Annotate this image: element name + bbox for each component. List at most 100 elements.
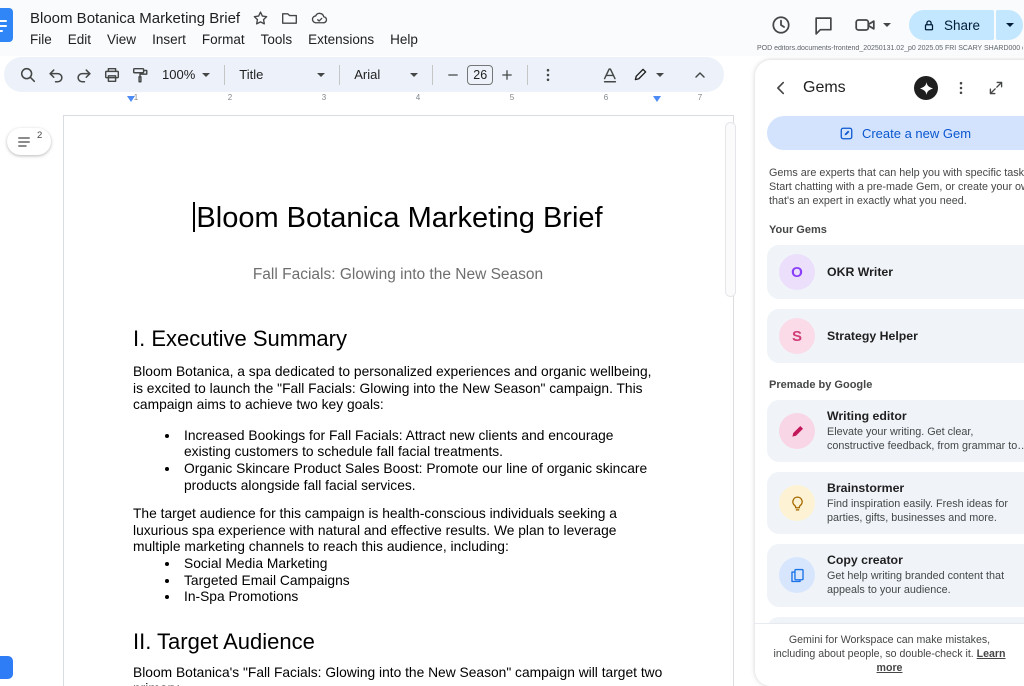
ruler-tick: 5 (510, 93, 514, 102)
back-icon[interactable] (769, 76, 793, 100)
ruler-tick: 3 (322, 93, 326, 102)
menu-view[interactable]: View (99, 30, 144, 49)
doc-paragraph[interactable]: Bloom Botanica's "Fall Facials: Glowing … (133, 665, 663, 686)
gem-card-okr-writer[interactable]: O OKR Writer (767, 245, 1024, 299)
share-caret-icon (1006, 23, 1014, 27)
list-item[interactable]: Increased Bookings for Fall Facials: Att… (180, 428, 663, 461)
chevron-down-icon (410, 73, 418, 77)
overflow-icon[interactable] (949, 76, 973, 100)
doc-paragraph[interactable]: The target audience for this campaign is… (133, 506, 663, 556)
more-options-icon[interactable] (534, 62, 562, 88)
meet-caret-icon[interactable] (883, 23, 891, 27)
tabs-outline-icon (16, 134, 32, 150)
create-gem-icon (839, 126, 854, 141)
gem-name: OKR Writer (827, 265, 893, 279)
editor-toolbar: 100% Title Arial 26 (4, 57, 724, 92)
ruler-tick: 6 (604, 93, 608, 102)
undo-icon[interactable] (42, 62, 70, 88)
gem-card-writing-editor[interactable]: Writing editor Elevate your writing. Get… (767, 400, 1024, 462)
gems-intro-text: Gems are experts that can help you with … (769, 166, 1024, 208)
menu-file[interactable]: File (22, 30, 60, 49)
increase-font-icon[interactable] (493, 62, 521, 88)
gem-avatar: O (779, 254, 815, 290)
paragraph-style-value: Title (239, 67, 263, 82)
app-header: Bloom Botanica Marketing Brief File Edit… (0, 0, 1024, 56)
collapse-toolbar-icon[interactable] (686, 62, 714, 88)
docs-logo[interactable] (0, 7, 13, 43)
menu-tools[interactable]: Tools (253, 30, 301, 49)
text-format-icon[interactable] (596, 62, 624, 88)
menu-extensions[interactable]: Extensions (300, 30, 382, 49)
list-item[interactable]: Targeted Email Campaigns (180, 573, 663, 590)
cloud-saved-icon[interactable] (310, 10, 329, 27)
doc-heading-1[interactable]: I. Executive Summary (133, 326, 663, 352)
font-select[interactable]: Arial (346, 62, 426, 88)
doc-paragraph[interactable]: Bloom Botanica, a spa dedicated to perso… (133, 364, 663, 414)
paint-format-icon[interactable] (126, 62, 154, 88)
gem-name: Brainstormer (827, 481, 1024, 495)
gemini-icon[interactable] (914, 76, 938, 100)
print-icon[interactable] (98, 62, 126, 88)
gem-name: Writing editor (827, 409, 1024, 423)
menu-format[interactable]: Format (194, 30, 253, 49)
premade-label: Premade by Google (769, 379, 1024, 391)
gem-card-copy-creator[interactable]: Copy creator Get help writing branded co… (767, 544, 1024, 606)
search-icon[interactable] (14, 62, 42, 88)
toolbar-divider (432, 65, 433, 85)
list-item[interactable]: Organic Skincare Product Sales Boost: Pr… (180, 461, 663, 494)
menu-help[interactable]: Help (382, 30, 426, 49)
decrease-font-icon[interactable] (439, 62, 467, 88)
gem-avatar: S (779, 318, 815, 354)
gem-desc: Elevate your writing. Get clear, constru… (827, 426, 1024, 453)
ruler-tick: 2 (228, 93, 232, 102)
pen-tool-icon (632, 66, 649, 83)
star-icon[interactable] (252, 10, 269, 27)
gem-card-strategy-helper[interactable]: S Strategy Helper (767, 309, 1024, 363)
document-scrollbar[interactable] (725, 122, 736, 297)
document-page[interactable]: Bloom Botanica Marketing Brief Fall Faci… (63, 115, 734, 686)
gem-desc: Find inspiration easily. Fresh ideas for… (827, 498, 1024, 525)
right-indent-marker[interactable] (653, 96, 661, 102)
redo-icon[interactable] (70, 62, 98, 88)
gems-side-panel: Gems Create a new Gem Gems are experts t… (755, 60, 1024, 686)
menu-edit[interactable]: Edit (60, 30, 99, 49)
zoom-value: 100% (162, 67, 195, 82)
font-size-input[interactable]: 26 (467, 65, 493, 85)
toolbar-divider (224, 65, 225, 85)
lock-icon (922, 18, 936, 33)
doc-bullet-list[interactable]: Social Media Marketing Targeted Email Ca… (133, 556, 663, 606)
comments-icon[interactable] (810, 12, 836, 38)
create-gem-button[interactable]: Create a new Gem (767, 116, 1024, 150)
zoom-select[interactable]: 100% (154, 62, 218, 88)
close-icon[interactable] (1019, 76, 1024, 100)
pen-tool-select[interactable] (624, 62, 672, 88)
doc-heading-title[interactable]: Bloom Botanica Marketing Brief (133, 200, 663, 236)
create-gem-label: Create a new Gem (862, 126, 971, 141)
gem-name: Copy creator (827, 553, 1024, 567)
document-canvas: 2 Bloom Botanica Marketing Brief Fall Fa… (0, 104, 755, 686)
list-item[interactable]: Social Media Marketing (180, 556, 663, 573)
move-folder-icon[interactable] (281, 10, 298, 27)
list-item[interactable]: In-Spa Promotions (180, 589, 663, 606)
share-label: Share (944, 18, 980, 33)
paragraph-style-select[interactable]: Title (231, 62, 333, 88)
doc-subtitle[interactable]: Fall Facials: Glowing into the New Seaso… (133, 266, 663, 284)
doc-heading-2[interactable]: II. Target Audience (133, 629, 663, 655)
your-gems-label: Your Gems (769, 224, 1024, 236)
document-title[interactable]: Bloom Botanica Marketing Brief (30, 10, 240, 27)
left-indent-marker[interactable] (127, 96, 135, 102)
version-history-icon[interactable] (768, 12, 794, 38)
horizontal-ruler[interactable]: 1 2 3 4 5 6 7 (0, 92, 735, 104)
open-full-icon[interactable] (984, 76, 1008, 100)
chevron-down-icon (656, 73, 664, 77)
share-button[interactable]: Share (909, 10, 994, 40)
ruler-tick: 4 (416, 93, 420, 102)
doc-bullet-list[interactable]: Increased Bookings for Fall Facials: Att… (133, 428, 663, 494)
gem-card-brainstormer[interactable]: Brainstormer Find inspiration easily. Fr… (767, 472, 1024, 534)
menu-insert[interactable]: Insert (144, 30, 194, 49)
build-debug-text: POD editors.documents-frontend_20250131.… (757, 45, 1023, 52)
share-options-button[interactable] (996, 10, 1023, 40)
copy-creator-icon (779, 557, 815, 593)
tabs-outline-button[interactable]: 2 (7, 128, 51, 155)
meet-button[interactable] (852, 12, 891, 38)
